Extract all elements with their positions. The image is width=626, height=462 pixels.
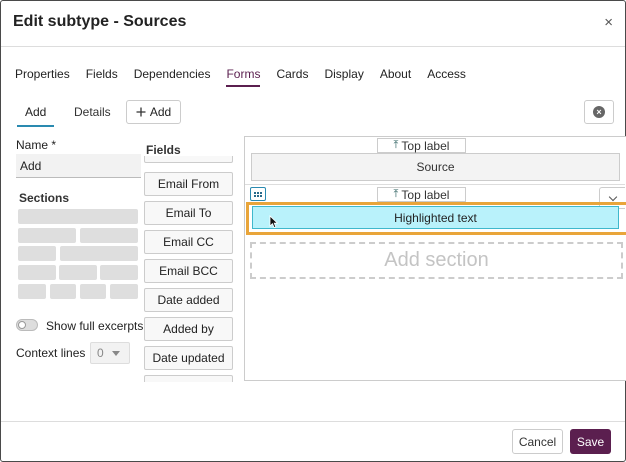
field-item-email-from[interactable]: Email From <box>144 172 233 196</box>
name-input[interactable] <box>16 154 141 178</box>
tab-access[interactable]: Access <box>427 67 466 87</box>
add-section-dropzone[interactable]: Add section <box>250 242 623 279</box>
field-item-date-updated[interactable]: Date updated <box>144 346 233 370</box>
chevron-down-icon <box>608 192 617 201</box>
footer-divider <box>1 421 625 422</box>
field-item-added-by[interactable]: Added by <box>144 317 233 341</box>
form-tab-details[interactable]: Details <box>74 105 111 119</box>
form-field-source[interactable]: Source <box>251 153 620 181</box>
tab-display[interactable]: Display <box>324 67 363 87</box>
clear-circle-icon: × <box>593 106 605 118</box>
fields-list: Email From Email To Email CC Email BCC D… <box>144 156 235 382</box>
context-lines-value: 0 <box>97 346 104 360</box>
field-item-email-cc[interactable]: Email CC <box>144 230 233 254</box>
top-label-text-2: Top label <box>401 187 450 202</box>
tab-properties[interactable]: Properties <box>15 67 70 87</box>
field-item-partial-bottom[interactable] <box>144 375 233 382</box>
tab-about[interactable]: About <box>380 67 411 87</box>
form-field-highlighted-text[interactable]: Highlighted text <box>252 206 619 229</box>
plus-icon <box>136 107 146 117</box>
edit-subtype-dialog: Edit subtype - Sources × Properties Fiel… <box>0 0 626 462</box>
top-label-text-1: Top label <box>401 138 450 153</box>
save-button[interactable]: Save <box>570 429 611 454</box>
clear-button[interactable]: × <box>584 100 614 124</box>
dialog-title: Edit subtype - Sources <box>13 13 187 30</box>
cancel-button[interactable]: Cancel <box>512 429 563 454</box>
context-lines-label: Context lines <box>16 346 86 360</box>
close-icon[interactable]: × <box>604 15 613 30</box>
mouse-cursor-icon <box>269 215 279 229</box>
field-item-date-added[interactable]: Date added <box>144 288 233 312</box>
tab-cards[interactable]: Cards <box>276 67 308 87</box>
top-label-button-2[interactable]: ⤒ Top label <box>377 187 466 202</box>
top-label-button-1[interactable]: ⤒ Top label <box>377 138 466 153</box>
toggle-knob <box>18 321 26 329</box>
section-divider <box>245 184 625 185</box>
form-tab-add[interactable]: Add <box>17 105 55 127</box>
settings-tabs: Properties Fields Dependencies Forms Car… <box>15 67 482 87</box>
arrow-up-to-line-icon: ⤒ <box>393 188 399 200</box>
add-form-button-label: Add <box>149 105 172 119</box>
tab-dependencies[interactable]: Dependencies <box>134 67 211 87</box>
field-item-partial[interactable] <box>144 156 233 163</box>
show-excerpts-label: Show full excerpts <box>46 319 144 333</box>
arrow-up-to-line-icon: ⤒ <box>393 139 399 151</box>
field-item-email-to[interactable]: Email To <box>144 201 233 225</box>
sections-label: Sections <box>19 191 70 205</box>
show-excerpts-toggle[interactable] <box>16 319 38 331</box>
fields-title: Fields <box>146 143 181 157</box>
tab-fields[interactable]: Fields <box>86 67 118 87</box>
context-lines-select[interactable]: 0 <box>90 342 130 364</box>
tab-forms[interactable]: Forms <box>226 67 261 87</box>
caret-down-icon <box>111 350 120 356</box>
add-form-button[interactable]: Add <box>126 100 181 124</box>
name-label: Name * <box>16 138 57 152</box>
drag-grid-icon[interactable] <box>250 187 266 201</box>
header-divider <box>1 46 625 47</box>
field-item-email-bcc[interactable]: Email BCC <box>144 259 233 283</box>
